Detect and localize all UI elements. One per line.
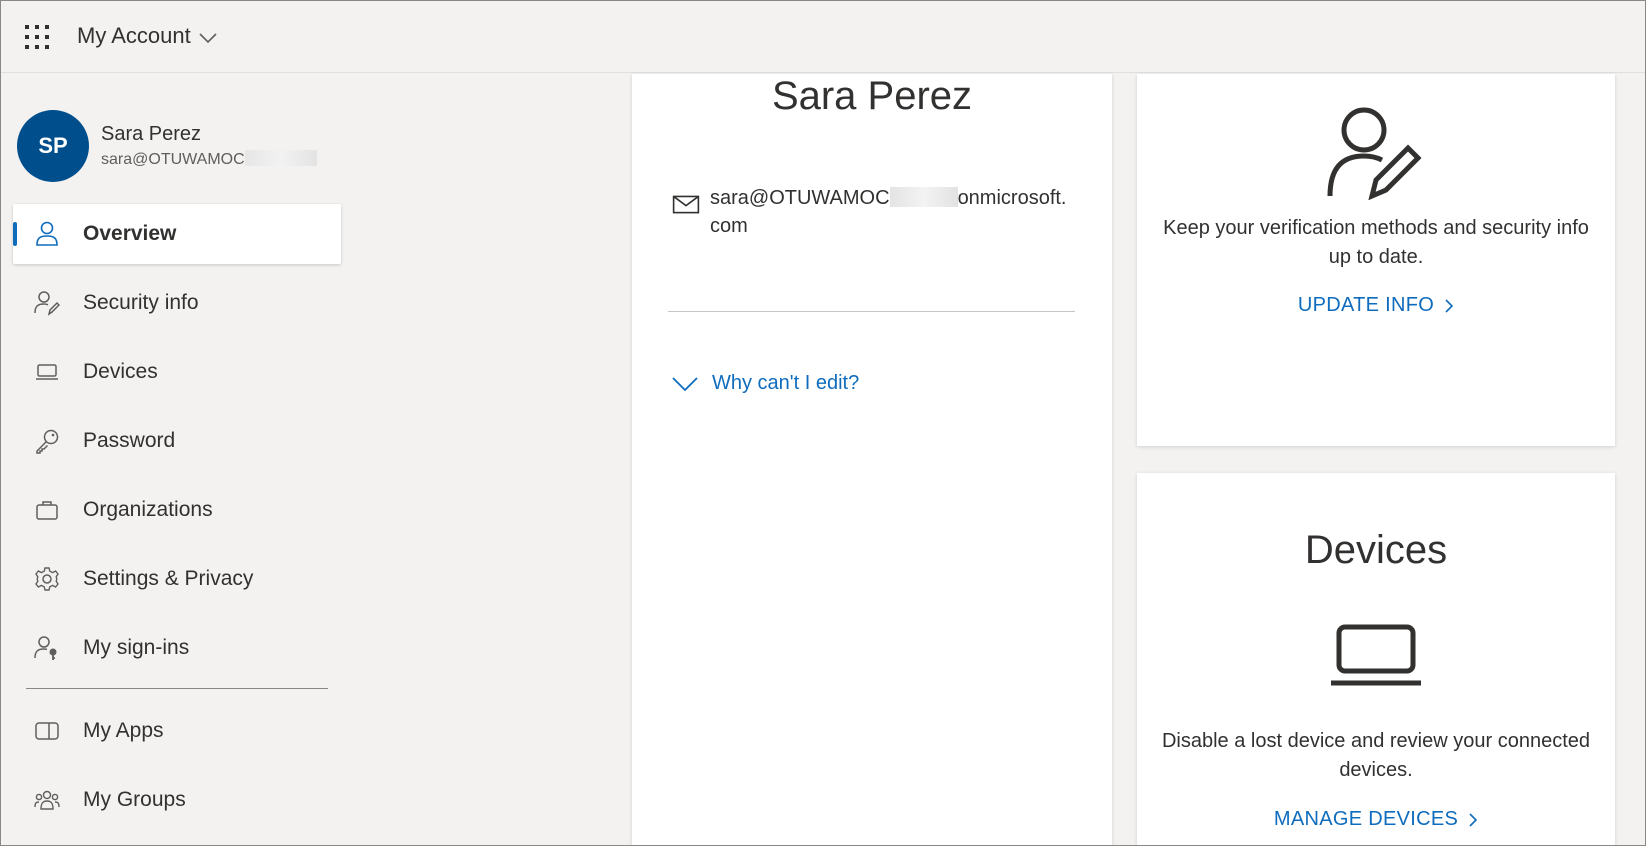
sidebar-item-settings-privacy[interactable]: Settings & Privacy	[13, 549, 341, 609]
sidebar-item-label: Overview	[83, 222, 177, 245]
sidebar-item-my-sign-ins[interactable]: My sign-ins	[13, 618, 341, 678]
sidebar-item-label: Settings & Privacy	[83, 567, 254, 590]
email-tail: com	[710, 215, 748, 237]
gear-icon	[33, 565, 61, 593]
app-title-menu[interactable]: My Account	[77, 23, 217, 49]
redacted-text	[889, 187, 958, 207]
profile-email-text: sara@OTUWAMOC	[101, 151, 245, 168]
laptop-icon	[33, 358, 61, 386]
sidebar-item-organizations[interactable]: Organizations	[13, 480, 341, 540]
sidebar-item-password[interactable]: Password	[13, 411, 341, 471]
update-info-label: UPDATE INFO	[1297, 294, 1435, 316]
profile-card: Sara Perez sara@OTUWAMOC onmicrosoft. com …	[632, 74, 1112, 845]
avatar[interactable]: SP	[17, 110, 89, 182]
security-info-description: Keep your verification methods and secur…	[1163, 217, 1589, 268]
email-prefix: sara@OTUWAMOC	[710, 187, 890, 209]
sidebar: SP Sara Perez sara@OTUWAMOC Overview Sec…	[1, 74, 361, 845]
chevron-down-icon	[672, 376, 698, 391]
chevron-right-icon	[1445, 298, 1454, 313]
redacted-text	[244, 150, 317, 166]
profile-summary: SP Sara Perez sara@OTUWAMOC	[17, 110, 317, 182]
sidebar-item-my-groups[interactable]: My Groups	[13, 770, 341, 830]
profile-email: sara@OTUWAMOC	[101, 150, 317, 169]
profile-name: Sara Perez	[101, 123, 202, 145]
manage-devices-link[interactable]: MANAGE DEVICES	[1274, 808, 1478, 831]
devices-card-title: Devices	[1304, 528, 1448, 572]
sidebar-item-label: My Groups	[83, 788, 186, 811]
sidebar-item-label: Password	[83, 429, 176, 452]
person-icon	[33, 220, 61, 248]
app-launcher-icon[interactable]	[25, 25, 49, 49]
update-info-link[interactable]: UPDATE INFO	[1298, 294, 1454, 317]
apps-icon	[33, 717, 61, 745]
groups-icon	[33, 786, 61, 814]
chevron-down-icon	[199, 33, 217, 44]
top-bar: My Account	[1, 1, 1645, 73]
key-icon	[33, 427, 61, 455]
email-suffix: onmicrosoft.	[957, 187, 1067, 209]
manage-devices-label: MANAGE DEVICES	[1273, 808, 1459, 830]
sidebar-item-label: My Apps	[83, 719, 164, 742]
person-edit-icon	[1327, 107, 1422, 200]
profile-card-email: sara@OTUWAMOC onmicrosoft. com	[710, 184, 1090, 240]
briefcase-icon	[33, 496, 61, 524]
side-nav: Overview Security info Devices Password	[13, 204, 341, 839]
sidebar-item-label: Security info	[83, 291, 199, 314]
card-divider	[668, 311, 1075, 312]
devices-description: Disable a lost device and review your co…	[1161, 730, 1591, 781]
devices-card: Devices Disable a lost device and review…	[1137, 473, 1615, 845]
profile-card-name: Sara Perez	[771, 74, 973, 118]
chevron-right-icon	[1469, 812, 1478, 827]
sidebar-item-label: Devices	[83, 360, 158, 383]
sidebar-item-label: My sign-ins	[83, 636, 190, 659]
email-row: sara@OTUWAMOC onmicrosoft. com	[672, 184, 1092, 240]
security-info-card: Keep your verification methods and secur…	[1137, 74, 1615, 446]
app-window: My Account SP Sara Perez sara@OTUWAMOC O…	[0, 0, 1646, 846]
sidebar-item-security-info[interactable]: Security info	[13, 273, 341, 333]
nav-divider	[26, 688, 328, 689]
why-cant-i-edit-label: Why can't I edit?	[712, 372, 860, 394]
laptop-icon	[1331, 624, 1421, 686]
sidebar-item-overview[interactable]: Overview	[13, 204, 341, 264]
sidebar-item-my-apps[interactable]: My Apps	[13, 701, 341, 761]
sidebar-item-devices[interactable]: Devices	[13, 342, 341, 402]
app-title: My Account	[77, 23, 191, 48]
mail-icon	[672, 195, 700, 214]
person-edit-icon	[33, 289, 61, 317]
sidebar-item-label: Organizations	[83, 498, 213, 521]
person-key-icon	[33, 634, 61, 662]
why-cant-i-edit-toggle[interactable]: Why can't I edit?	[672, 372, 859, 395]
